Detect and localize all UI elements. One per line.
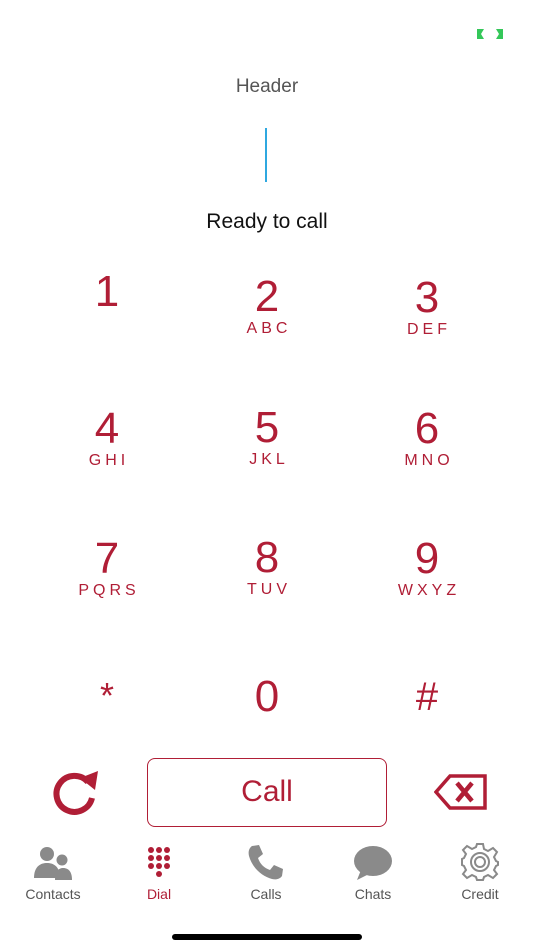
key-letters: GHI xyxy=(88,452,130,469)
tab-label: Calls xyxy=(250,886,282,902)
key-digit: 4 xyxy=(94,404,120,453)
key-letters: WXYZ xyxy=(397,582,461,599)
tab-label: Contacts xyxy=(25,886,81,902)
tab-chats[interactable]: Chats xyxy=(320,838,426,912)
tab-label: Chats xyxy=(354,886,392,902)
key-digit: # xyxy=(415,675,439,719)
phone-icon xyxy=(248,845,283,880)
backspace-icon[interactable] xyxy=(434,774,488,810)
tab-label: Dial xyxy=(146,886,172,902)
tab-calls[interactable]: Calls xyxy=(213,838,319,912)
tab-label: Credit xyxy=(461,886,499,902)
tab-contacts[interactable]: Contacts xyxy=(0,838,106,912)
key-digit: 2 xyxy=(254,272,280,321)
key-letters: MNO xyxy=(404,452,454,469)
tab-dial[interactable]: Dial xyxy=(106,838,212,912)
key-digit: 3 xyxy=(414,273,440,322)
gear-icon xyxy=(461,843,499,881)
key-8[interactable]: 8 TUV xyxy=(187,518,347,628)
key-digit: 7 xyxy=(94,534,120,583)
call-button[interactable]: Call xyxy=(147,758,387,827)
key-letters: TUV xyxy=(247,581,291,598)
expand-icon xyxy=(477,29,503,39)
key-0[interactable]: 0 xyxy=(187,648,347,758)
key-star[interactable]: * xyxy=(27,648,187,758)
chat-bubble-icon xyxy=(354,846,392,880)
tab-credit[interactable]: Credit xyxy=(427,838,533,912)
home-indicator[interactable] xyxy=(172,934,362,940)
key-digit: 9 xyxy=(414,534,440,583)
dialpad-icon xyxy=(148,847,170,877)
key-4[interactable]: 4 GHI xyxy=(27,388,187,498)
key-digit: 6 xyxy=(414,404,440,453)
tab-bar: Contacts Dial Calls Chats Credit xyxy=(0,838,534,912)
key-5[interactable]: 5 JKL xyxy=(187,388,347,498)
redial-icon[interactable] xyxy=(50,768,100,820)
call-status-text: Ready to call xyxy=(206,210,328,233)
key-3[interactable]: 3 DEF xyxy=(347,258,507,368)
key-digit: 5 xyxy=(254,403,280,452)
key-digit: * xyxy=(99,675,114,716)
key-9[interactable]: 9 WXYZ xyxy=(347,518,507,628)
key-7[interactable]: 7 PQRS xyxy=(27,518,187,628)
key-hash[interactable]: # xyxy=(347,648,507,758)
contacts-icon xyxy=(34,847,72,880)
key-digit: 0 xyxy=(254,672,280,721)
number-input-cursor[interactable] xyxy=(265,128,267,182)
key-6[interactable]: 6 MNO xyxy=(347,388,507,498)
page-title: Header xyxy=(235,76,299,97)
key-letters: JKL xyxy=(249,451,289,468)
key-letters: PQRS xyxy=(78,582,140,599)
key-2[interactable]: 2 ABC xyxy=(187,258,347,368)
key-digit: 1 xyxy=(94,267,120,316)
key-letters: ABC xyxy=(246,320,292,337)
key-1[interactable]: 1 xyxy=(27,258,187,368)
key-digit: 8 xyxy=(254,533,280,582)
dial-keypad: 1 2 ABC 3 DEF 4 GHI 5 JKL 6 MNO 7 PQRS 8… xyxy=(27,258,507,748)
key-letters: DEF xyxy=(407,321,451,338)
